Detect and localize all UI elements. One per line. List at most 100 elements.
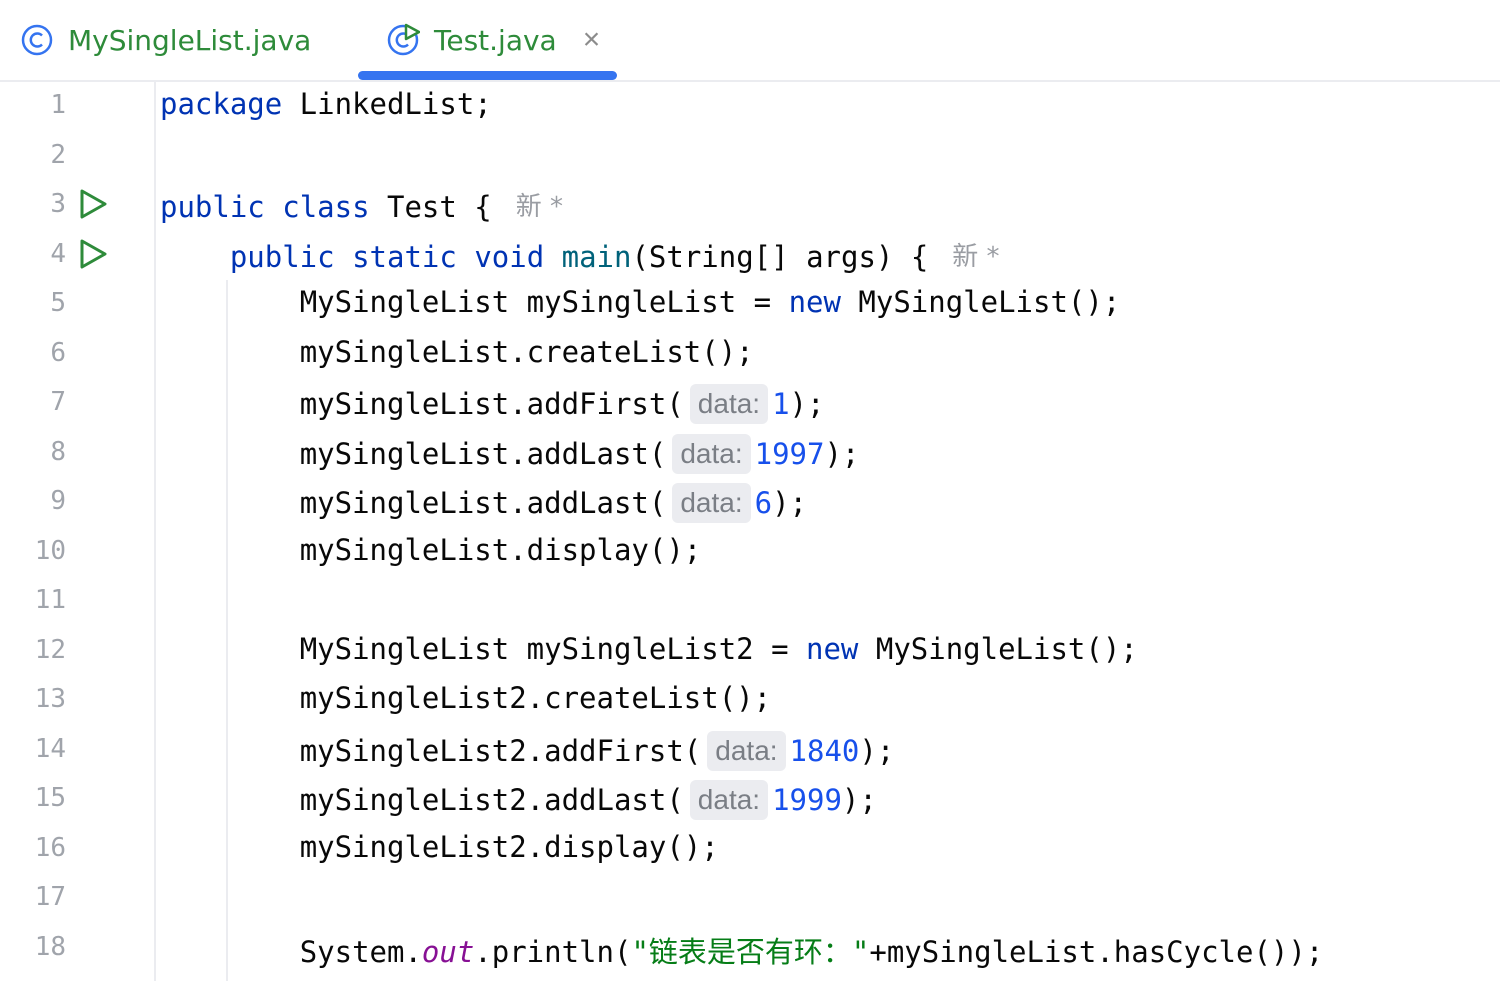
- line-number: 11: [34, 585, 66, 615]
- code-segment: mySingleList.createList();: [299, 334, 754, 369]
- code-text: MySingleList mySingleList = new MySingle…: [160, 285, 1121, 319]
- code-segment: mySingleList.addFirst(: [299, 387, 684, 421]
- code-line[interactable]: 2: [0, 132, 1500, 182]
- code-text: System.out.println("链表是否有环："+mySingleLis…: [160, 929, 1324, 971]
- line-number: 9: [50, 486, 66, 516]
- code-segment: MySingleList mySingleList2 =: [299, 631, 807, 666]
- code-text: mySingleList.addLast(data: 6);: [160, 483, 807, 523]
- function-name: main: [561, 239, 632, 274]
- code-line[interactable]: 6 mySingleList.createList();: [0, 330, 1500, 380]
- code-segment: LinkedList;: [282, 87, 492, 121]
- run-icon[interactable]: [78, 188, 108, 220]
- line-number: 14: [34, 733, 66, 764]
- parameter-hint: data:: [707, 730, 786, 771]
- code-segment: mySingleList2.createList();: [299, 681, 772, 715]
- code-segment: +mySingleList.hasCycle());: [869, 934, 1324, 969]
- keyword: new: [788, 285, 841, 319]
- code-line[interactable]: 10 mySingleList.display();: [0, 528, 1500, 578]
- code-segment: MySingleList mySingleList =: [299, 285, 789, 319]
- tab-label: MySingleList.java: [68, 23, 312, 57]
- new-marker: 新 *: [952, 241, 1000, 272]
- keyword: new: [806, 631, 859, 666]
- code-text: mySingleList.addFirst(data: 1);: [160, 384, 824, 424]
- code-segment: mySingleList2.display();: [299, 829, 719, 864]
- code-segment: );: [824, 436, 860, 471]
- code-segment: mySingleList.display();: [299, 532, 702, 567]
- line-number: 15: [34, 783, 66, 813]
- code-segment: System.: [299, 934, 422, 969]
- code-line[interactable]: 9 mySingleList.addLast(data: 6);: [0, 478, 1500, 528]
- editor-tab-bar: MySingleList.java Test.java ×: [0, 0, 1500, 82]
- code-line[interactable]: 1 package LinkedList;: [0, 82, 1500, 132]
- number-literal: 1999: [772, 783, 842, 817]
- line-number: 2: [50, 139, 66, 170]
- number-literal: 1840: [789, 733, 860, 768]
- code-text: mySingleList2.addLast(data: 1999);: [160, 780, 877, 820]
- code-line[interactable]: 3 public class Test { 新 *: [0, 181, 1500, 231]
- static-field: out: [421, 934, 475, 969]
- code-line[interactable]: 7 mySingleList.addFirst(data: 1);: [0, 379, 1500, 429]
- line-number: 3: [50, 189, 66, 219]
- code-segment: mySingleList.addLast(: [299, 486, 667, 520]
- code-line[interactable]: 4 public static void main(String[] args)…: [0, 231, 1500, 281]
- line-number: 6: [50, 337, 66, 368]
- code-line[interactable]: 8 mySingleList.addLast(data: 1997);: [0, 429, 1500, 479]
- code-text: public class Test { 新 *: [160, 186, 563, 224]
- code-segment: MySingleList();: [840, 285, 1121, 319]
- code-segment: );: [772, 486, 808, 520]
- run-icon[interactable]: [78, 238, 108, 270]
- code-line[interactable]: 13 mySingleList2.createList();: [0, 676, 1500, 726]
- code-line[interactable]: 5 MySingleList mySingleList = new MySing…: [0, 280, 1500, 330]
- close-icon[interactable]: ×: [583, 25, 601, 55]
- keyword: public: [160, 190, 265, 224]
- code-line[interactable]: 18 System.out.println("链表是否有环："+mySingle…: [0, 924, 1500, 974]
- code-line[interactable]: 12 MySingleList mySingleList2 = new MySi…: [0, 627, 1500, 677]
- line-number: 17: [34, 882, 66, 912]
- line-number: 13: [34, 684, 66, 714]
- code-segment: .println(: [474, 934, 632, 969]
- tab-label: Test.java: [434, 23, 557, 57]
- code-text: package LinkedList;: [160, 87, 492, 121]
- tab-test[interactable]: Test.java ×: [386, 0, 600, 80]
- keyword: class: [282, 190, 370, 224]
- line-number: 12: [34, 634, 66, 665]
- code-editor[interactable]: 1 package LinkedList; 2 3 public class T…: [0, 82, 1500, 981]
- code-text: mySingleList2.display();: [160, 830, 719, 864]
- code-segment: mySingleList2.addLast(: [299, 783, 684, 817]
- code-segment: );: [789, 387, 825, 421]
- number-literal: 6: [754, 486, 773, 520]
- code-line[interactable]: 11: [0, 577, 1500, 627]
- java-class-icon: [21, 24, 53, 56]
- line-number: 10: [34, 535, 66, 566]
- code-segment: Test {: [369, 190, 492, 224]
- code-segment: mySingleList2.addFirst(: [299, 733, 702, 768]
- code-line[interactable]: 17: [0, 874, 1500, 924]
- line-number: 8: [50, 436, 66, 467]
- code-text: mySingleList.display();: [160, 532, 702, 567]
- line-number: 18: [34, 931, 66, 962]
- string-literal: "链表是否有环：": [631, 934, 870, 969]
- line-number: 7: [50, 387, 66, 417]
- number-literal: 1997: [754, 436, 825, 471]
- code-segment: (String[] args) {: [631, 239, 929, 274]
- keyword: package: [160, 87, 283, 121]
- parameter-hint: data:: [672, 433, 751, 474]
- keyword: public: [229, 239, 335, 274]
- tab-mysinglelist[interactable]: MySingleList.java: [20, 0, 311, 80]
- code-line[interactable]: 15 mySingleList2.addLast(data: 1999);: [0, 775, 1500, 825]
- number-literal: 1: [772, 387, 790, 421]
- code-text: mySingleList.createList();: [160, 335, 754, 369]
- keyword: void: [474, 239, 545, 274]
- parameter-hint: data:: [689, 384, 769, 424]
- line-number: 4: [50, 238, 66, 269]
- code-text: public static void main(String[] args) {…: [160, 236, 1000, 274]
- new-marker: 新 *: [515, 192, 564, 222]
- parameter-hint: data:: [689, 780, 769, 820]
- code-segment: );: [841, 783, 877, 817]
- line-number: 16: [34, 832, 66, 863]
- code-segment: mySingleList.addLast(: [299, 436, 667, 471]
- line-number: 5: [50, 288, 66, 318]
- code-line[interactable]: 16 mySingleList2.display();: [0, 825, 1500, 875]
- code-line[interactable]: 14 mySingleList2.addFirst(data: 1840);: [0, 726, 1500, 776]
- code-text: mySingleList.addLast(data: 1997);: [160, 433, 860, 474]
